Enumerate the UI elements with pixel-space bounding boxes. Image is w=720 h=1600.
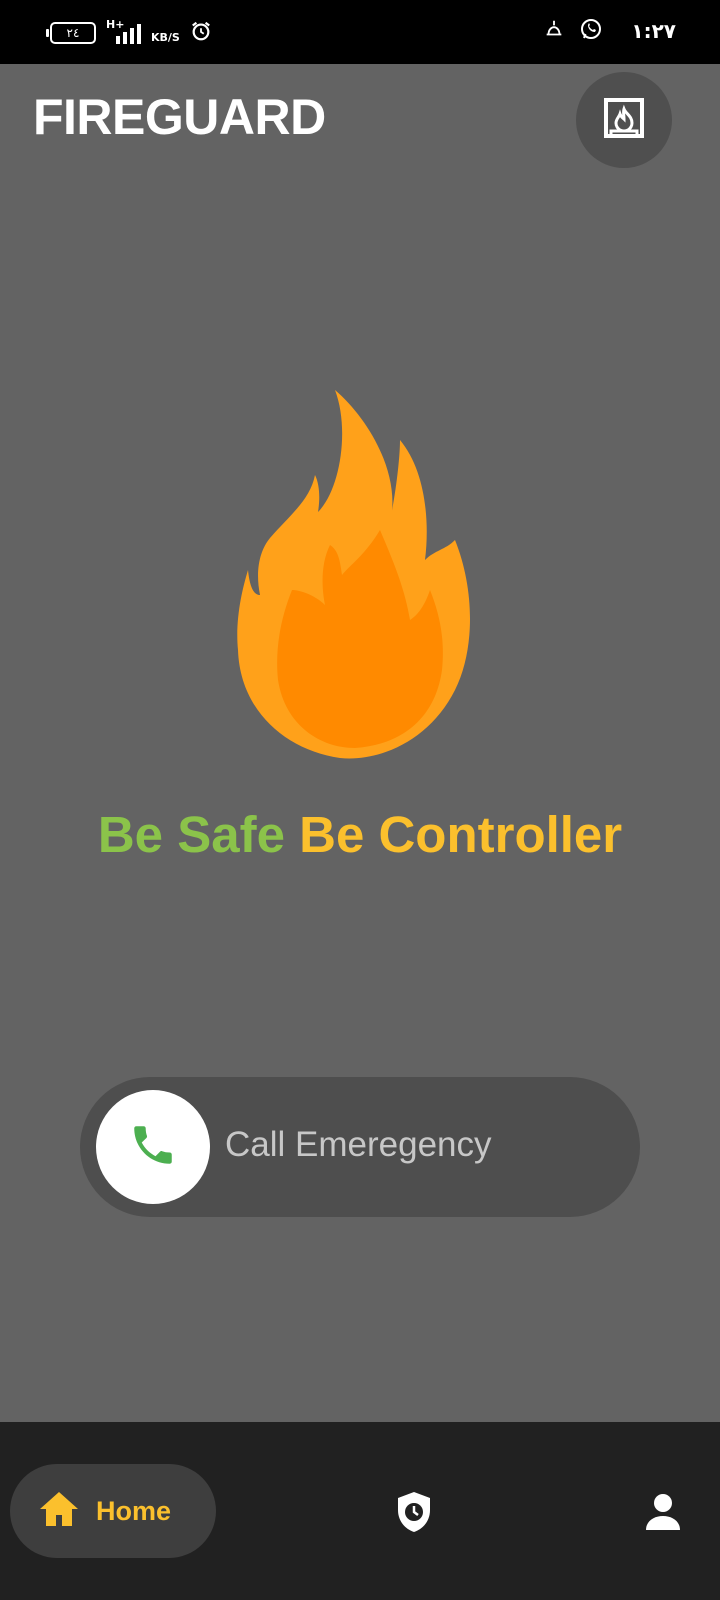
app-title: FIREGUARD [33, 89, 326, 145]
tagline-safe: Be Safe [97, 806, 285, 863]
fireplace-icon [603, 97, 645, 143]
home-icon [38, 1490, 80, 1532]
network-speed: KB/S [151, 31, 180, 44]
call-emergency-label: Call Emeregency [225, 1125, 492, 1164]
nav-item-profile[interactable] [643, 1492, 683, 1532]
signal-icon: H+ [106, 18, 141, 44]
nav-home-label: Home [96, 1495, 172, 1526]
status-bar: ٢٤ H+ KB/S ١:٢٧ [0, 0, 720, 64]
tagline-controller: Be Controller [299, 806, 623, 863]
person-icon [643, 1494, 683, 1536]
prayer-icon [543, 18, 565, 44]
bottom-nav: Home [0, 1422, 720, 1600]
nav-item-shield[interactable] [394, 1490, 434, 1534]
fireplace-button[interactable] [576, 72, 672, 168]
whatsapp-icon [579, 17, 603, 45]
call-slider-handle[interactable] [96, 1090, 210, 1204]
nav-item-home[interactable]: Home [10, 1464, 216, 1558]
status-right: ١:٢٧ [543, 16, 676, 46]
battery-icon: ٢٤ [46, 22, 96, 44]
alarm-icon [190, 20, 212, 46]
status-left: ٢٤ H+ KB/S [46, 18, 212, 48]
network-type: H+ [106, 18, 125, 31]
flame-icon [230, 390, 490, 770]
tagline: Be Safe Be Controller [0, 805, 720, 864]
phone-icon [128, 1120, 178, 1174]
clock: ١:٢٧ [631, 19, 676, 43]
call-emergency-slider[interactable]: Call Emeregency [80, 1077, 640, 1217]
shield-clock-icon [394, 1492, 434, 1538]
